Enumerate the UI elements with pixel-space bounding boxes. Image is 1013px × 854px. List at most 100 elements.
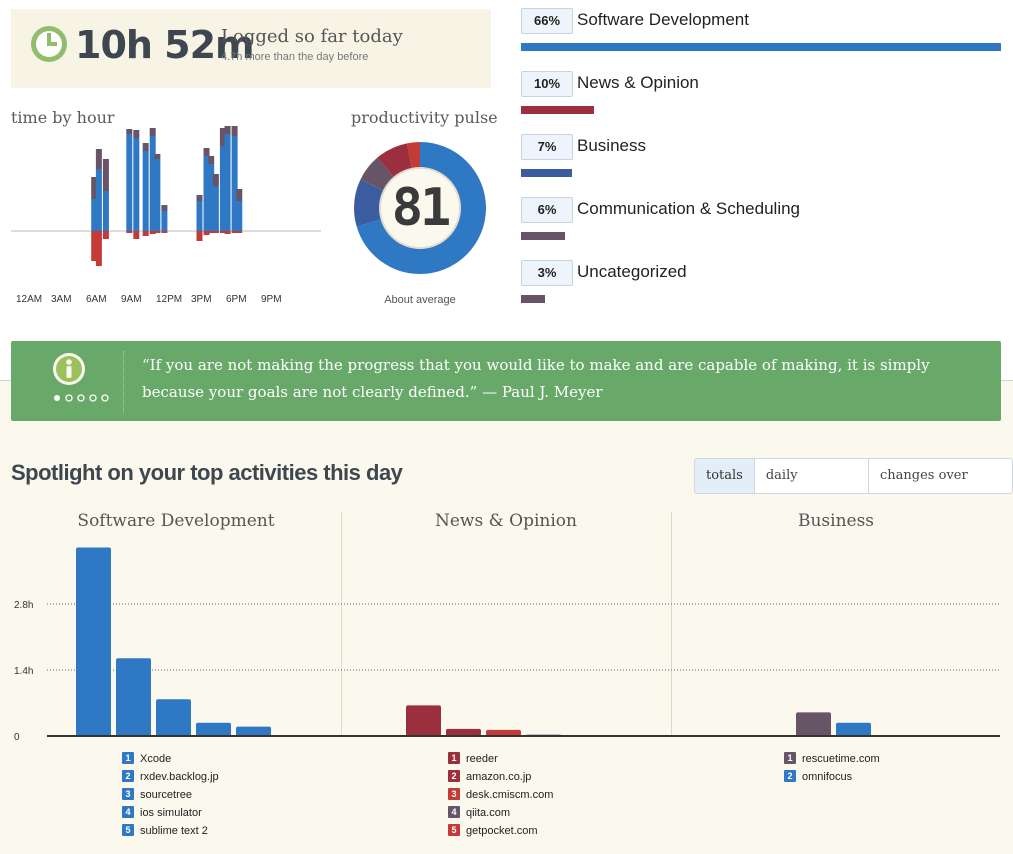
category-percent: 6% (521, 197, 573, 223)
legend-item[interactable]: 1 reeder (448, 750, 553, 768)
legend-label: sublime text 2 (140, 825, 208, 837)
category-name: Uncategorized (577, 262, 687, 281)
hour-bar-segment (212, 174, 219, 186)
tip-divider (123, 351, 124, 413)
hour-bar-segment (161, 205, 168, 211)
hour-bar-segment (142, 231, 149, 236)
logged-comparison: 4.7h more than the day before (221, 51, 369, 63)
legend-item[interactable]: 2 amazon.co.jp (448, 768, 553, 786)
activity-bar[interactable] (156, 699, 191, 736)
tab-totals[interactable]: totals (695, 459, 754, 493)
legend-news-opinion: 1 reeder 2 amazon.co.jp 3 desk.cmiscm.com 4 qii… (448, 750, 553, 840)
hour-bar-segment (133, 138, 140, 231)
legend-label: omnifocus (802, 771, 853, 783)
legend-rank-badge: 4 (448, 806, 460, 819)
legend-rank-badge: 2 (122, 770, 134, 783)
hour-bar-segment (196, 201, 203, 231)
pager-dots[interactable] (53, 393, 111, 403)
activity-bar[interactable] (76, 547, 111, 736)
hour-bar-segment (231, 126, 238, 136)
hour-bar-segment (212, 231, 219, 233)
legend-label: reeder (466, 753, 498, 765)
legend-label: amazon.co.jp (466, 771, 532, 783)
legend-rank-badge: 1 (448, 752, 460, 765)
hour-bar-segment (133, 130, 140, 138)
activity-bar[interactable] (196, 722, 231, 736)
hour-bar-segment (196, 231, 203, 241)
hour-bar-segment (126, 134, 133, 231)
time-by-hour-title: time by hour (11, 108, 115, 127)
legend-rank-badge: 5 (448, 824, 460, 837)
pulse-score: 81 (391, 178, 452, 238)
spotlight-col-title: Software Development (77, 511, 275, 531)
hour-bar-segment (224, 231, 231, 234)
legend-label: ios simulator (140, 807, 202, 819)
category-bar (521, 169, 572, 177)
legend-software-development: 1 Xcode 2 rxdev.backlog.jp 3 sourcetree 4 ios s… (122, 750, 219, 840)
category-bar (521, 106, 594, 114)
hour-bar-segment (236, 201, 243, 231)
legend-rank-badge: 4 (122, 806, 134, 819)
category-percent: 66% (521, 8, 573, 34)
legend-item[interactable]: 3 sourcetree (122, 786, 219, 804)
hour-bar-segment (126, 129, 133, 134)
activity-bar[interactable] (116, 658, 151, 736)
hour-bar-segment (102, 231, 109, 239)
activity-bar[interactable] (796, 712, 831, 736)
hour-bar-segment (142, 143, 149, 151)
hour-bar-segment (95, 149, 102, 169)
tab-changes-over-time[interactable]: changes over time (868, 459, 1012, 493)
activity-bar[interactable] (836, 722, 871, 736)
hour-bar-segment (161, 211, 168, 231)
hour-bar-segment (224, 134, 231, 231)
hour-tick-label: 6PM (226, 294, 247, 305)
logged-label: Logged so far today (221, 26, 403, 47)
hour-bar-segment (208, 156, 215, 164)
legend-item[interactable]: 4 ios simulator (122, 804, 219, 822)
legend-item[interactable]: 5 sublime text 2 (122, 822, 219, 840)
hour-bar-segment (126, 231, 133, 233)
legend-label: Xcode (140, 753, 172, 765)
legend-item[interactable]: 4 qiita.com (448, 804, 553, 822)
legend-item[interactable]: 1 Xcode (122, 750, 219, 768)
tab-daily-patterns[interactable]: daily patterns (753, 459, 868, 493)
hour-bar-segment (102, 159, 109, 191)
info-icon[interactable] (53, 353, 97, 397)
category-bar (521, 295, 545, 303)
category-bar (521, 43, 1001, 51)
hour-tick-label: 6AM (86, 294, 107, 305)
category-name: Software Development (577, 10, 749, 29)
category-name: News & Opinion (577, 73, 699, 92)
category-percent: 7% (521, 134, 573, 160)
legend-item[interactable]: 2 omnifocus (784, 768, 880, 786)
hour-bar-segment (236, 189, 243, 201)
hour-bar-segment (142, 151, 149, 231)
hour-bar-segment (203, 148, 210, 156)
hour-bar-segment (196, 195, 203, 201)
hour-bar-segment (95, 231, 102, 266)
legend-item[interactable]: 2 rxdev.backlog.jp (122, 768, 219, 786)
hour-tick-label: 3AM (51, 294, 72, 305)
spotlight-chart: 2.8h 1.4h 0 (14, 547, 1000, 740)
activity-bar[interactable] (406, 705, 441, 736)
hour-tick-label: 12PM (156, 294, 183, 305)
time-by-hour-chart (11, 126, 321, 266)
activity-bar[interactable] (236, 726, 271, 736)
legend-item[interactable]: 3 desk.cmiscm.com (448, 786, 553, 804)
hour-bar-segment (154, 159, 161, 231)
hour-bar-segment (102, 191, 109, 231)
tip-box: “If you are not making the progress that… (11, 341, 1001, 421)
legend-item[interactable]: 1 rescuetime.com (784, 750, 880, 768)
hour-bar-segment (154, 231, 161, 233)
y-tick-label: 1.4h (14, 666, 33, 677)
legend-rank-badge: 3 (122, 788, 134, 801)
hour-bar-segment (133, 231, 140, 239)
hour-bar-segment (236, 231, 243, 233)
legend-label: desk.cmiscm.com (466, 789, 554, 801)
hour-tick-label: 9AM (121, 294, 142, 305)
category-name: Business (577, 136, 646, 155)
legend-item[interactable]: 5 getpocket.com (448, 822, 553, 840)
activity-bar[interactable] (446, 728, 481, 736)
category-name: Communication & Scheduling (577, 199, 801, 218)
hour-bar-segment (161, 231, 168, 233)
